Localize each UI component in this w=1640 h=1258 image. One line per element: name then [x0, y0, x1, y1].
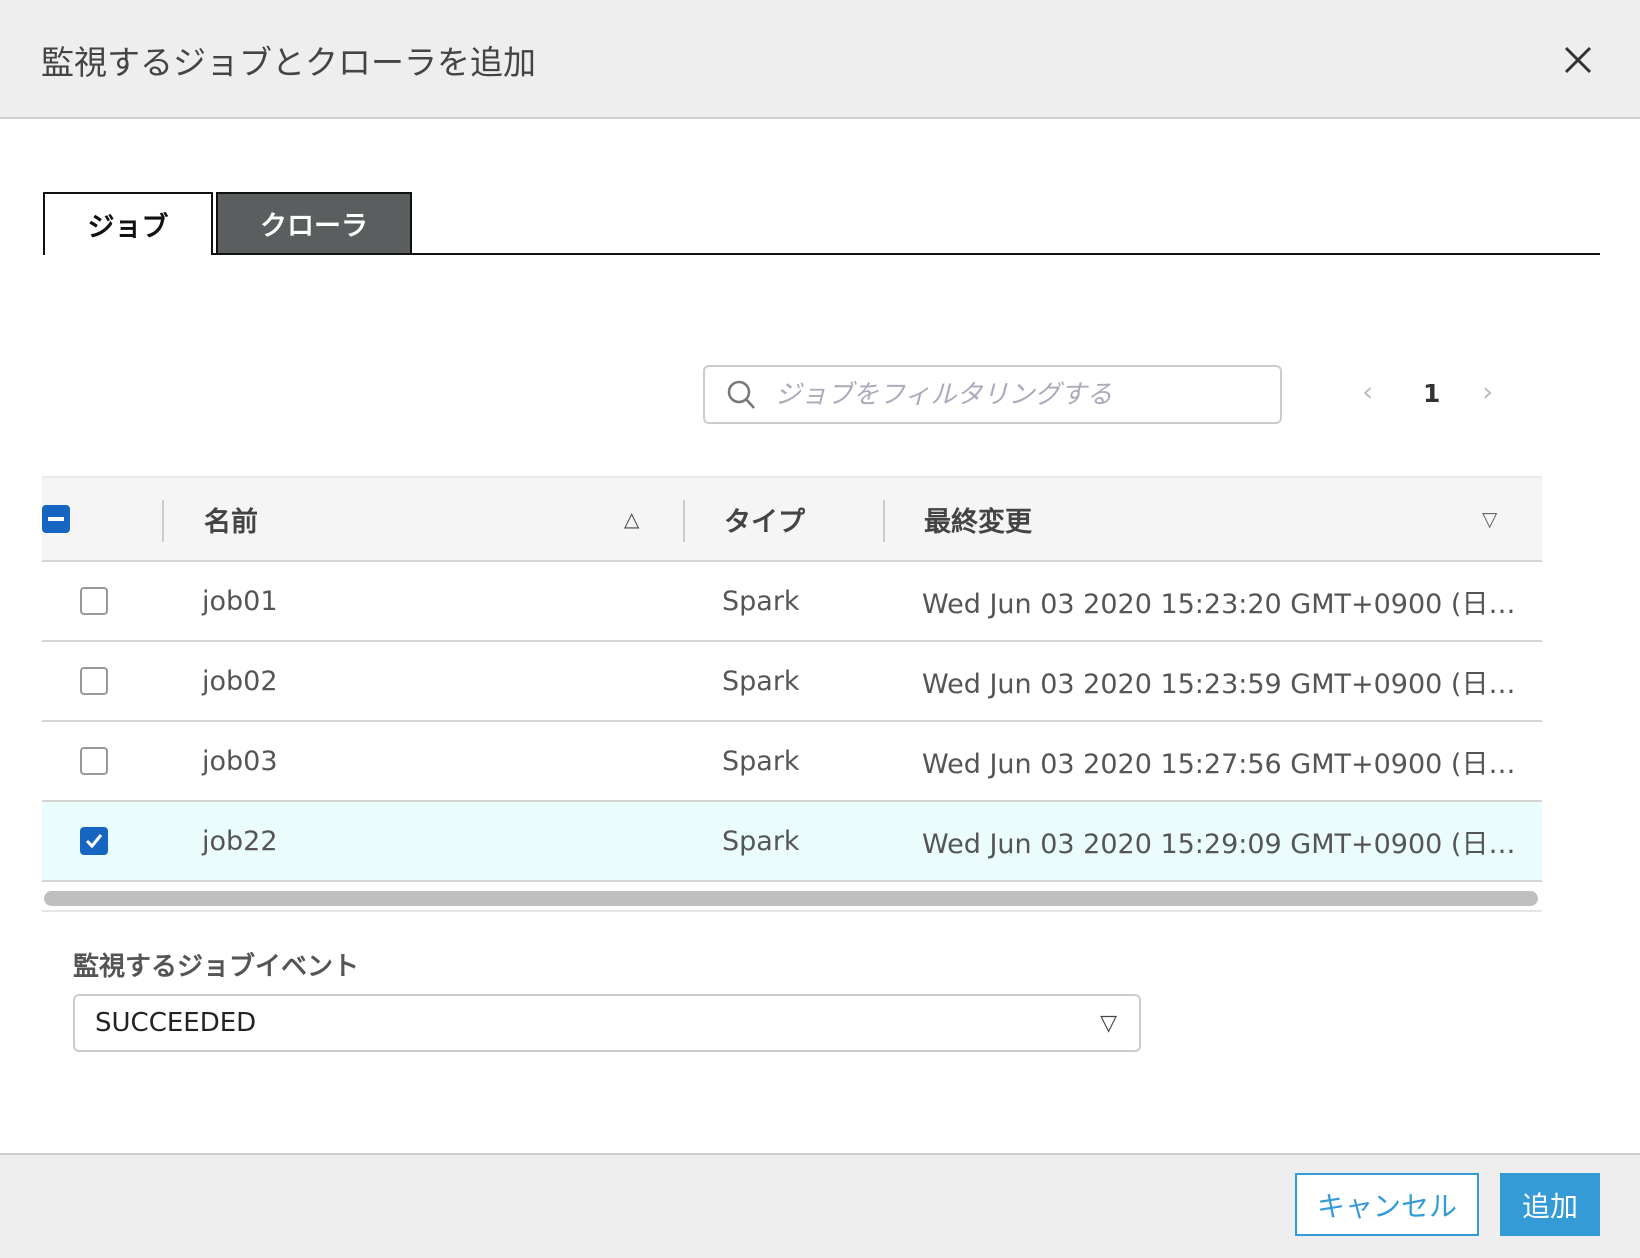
job-modified: Wed Jun 03 2020 15:23:59 GMT+0900 (日…	[922, 668, 1516, 700]
table-row[interactable]: job01 Spark Wed Jun 03 2020 15:23:20 GMT…	[42, 562, 1542, 642]
sort-asc-icon[interactable]: △	[624, 478, 639, 560]
row-checkbox[interactable]	[80, 747, 108, 775]
job-name: job03	[202, 745, 278, 777]
column-name[interactable]: 名前	[204, 478, 258, 560]
job-filter[interactable]	[703, 365, 1282, 424]
row-checkbox[interactable]	[80, 587, 108, 615]
tab-crawlers[interactable]: クローラ	[216, 192, 412, 255]
prev-page-icon[interactable]: ‹	[1362, 375, 1373, 408]
job-modified: Wed Jun 03 2020 15:23:20 GMT+0900 (日…	[922, 588, 1516, 620]
tab-divider	[213, 253, 1600, 255]
event-select[interactable]: SUCCEEDED ▽	[73, 994, 1141, 1052]
job-type: Spark	[722, 825, 800, 857]
sort-desc-icon[interactable]: ▽	[1482, 478, 1497, 560]
checkmark-icon	[85, 834, 103, 849]
job-type: Spark	[722, 665, 800, 697]
table-row[interactable]: job22 Spark Wed Jun 03 2020 15:29:09 GMT…	[42, 802, 1542, 882]
event-value: SUCCEEDED	[95, 1008, 257, 1038]
event-label: 監視するジョブイベント	[73, 952, 360, 982]
search-icon	[727, 380, 755, 409]
table-header: 名前 △ タイプ 最終変更 ▽	[42, 476, 1542, 562]
chevron-down-icon: ▽	[1100, 1010, 1117, 1036]
select-all-checkbox[interactable]	[42, 505, 70, 533]
row-checkbox[interactable]	[80, 667, 108, 695]
column-modified[interactable]: 最終変更	[924, 478, 1032, 560]
column-type[interactable]: タイプ	[724, 478, 805, 560]
page-number: 1	[1423, 379, 1441, 408]
divider	[42, 910, 1542, 912]
search-input[interactable]	[775, 379, 1255, 410]
jobs-table: 名前 △ タイプ 最終変更 ▽ job01 Spark Wed Jun 03 2…	[42, 476, 1542, 882]
cancel-button[interactable]: キャンセル	[1295, 1173, 1479, 1236]
dialog-title: 監視するジョブとクローラを追加	[41, 43, 536, 82]
job-modified: Wed Jun 03 2020 15:29:09 GMT+0900 (日…	[922, 828, 1516, 860]
row-checkbox[interactable]	[80, 827, 108, 855]
add-button[interactable]: 追加	[1500, 1173, 1600, 1236]
job-modified: Wed Jun 03 2020 15:27:56 GMT+0900 (日…	[922, 748, 1516, 780]
table-row[interactable]: job03 Spark Wed Jun 03 2020 15:27:56 GMT…	[42, 722, 1542, 802]
job-name: job02	[202, 665, 278, 697]
tab-jobs[interactable]: ジョブ	[43, 192, 213, 255]
job-name: job01	[202, 585, 278, 617]
table-row[interactable]: job02 Spark Wed Jun 03 2020 15:23:59 GMT…	[42, 642, 1542, 722]
job-type: Spark	[722, 585, 800, 617]
horizontal-scrollbar[interactable]	[44, 891, 1538, 906]
next-page-icon[interactable]: ›	[1482, 375, 1493, 408]
job-name: job22	[202, 825, 278, 857]
job-type: Spark	[722, 745, 800, 777]
close-icon[interactable]	[1560, 42, 1596, 78]
